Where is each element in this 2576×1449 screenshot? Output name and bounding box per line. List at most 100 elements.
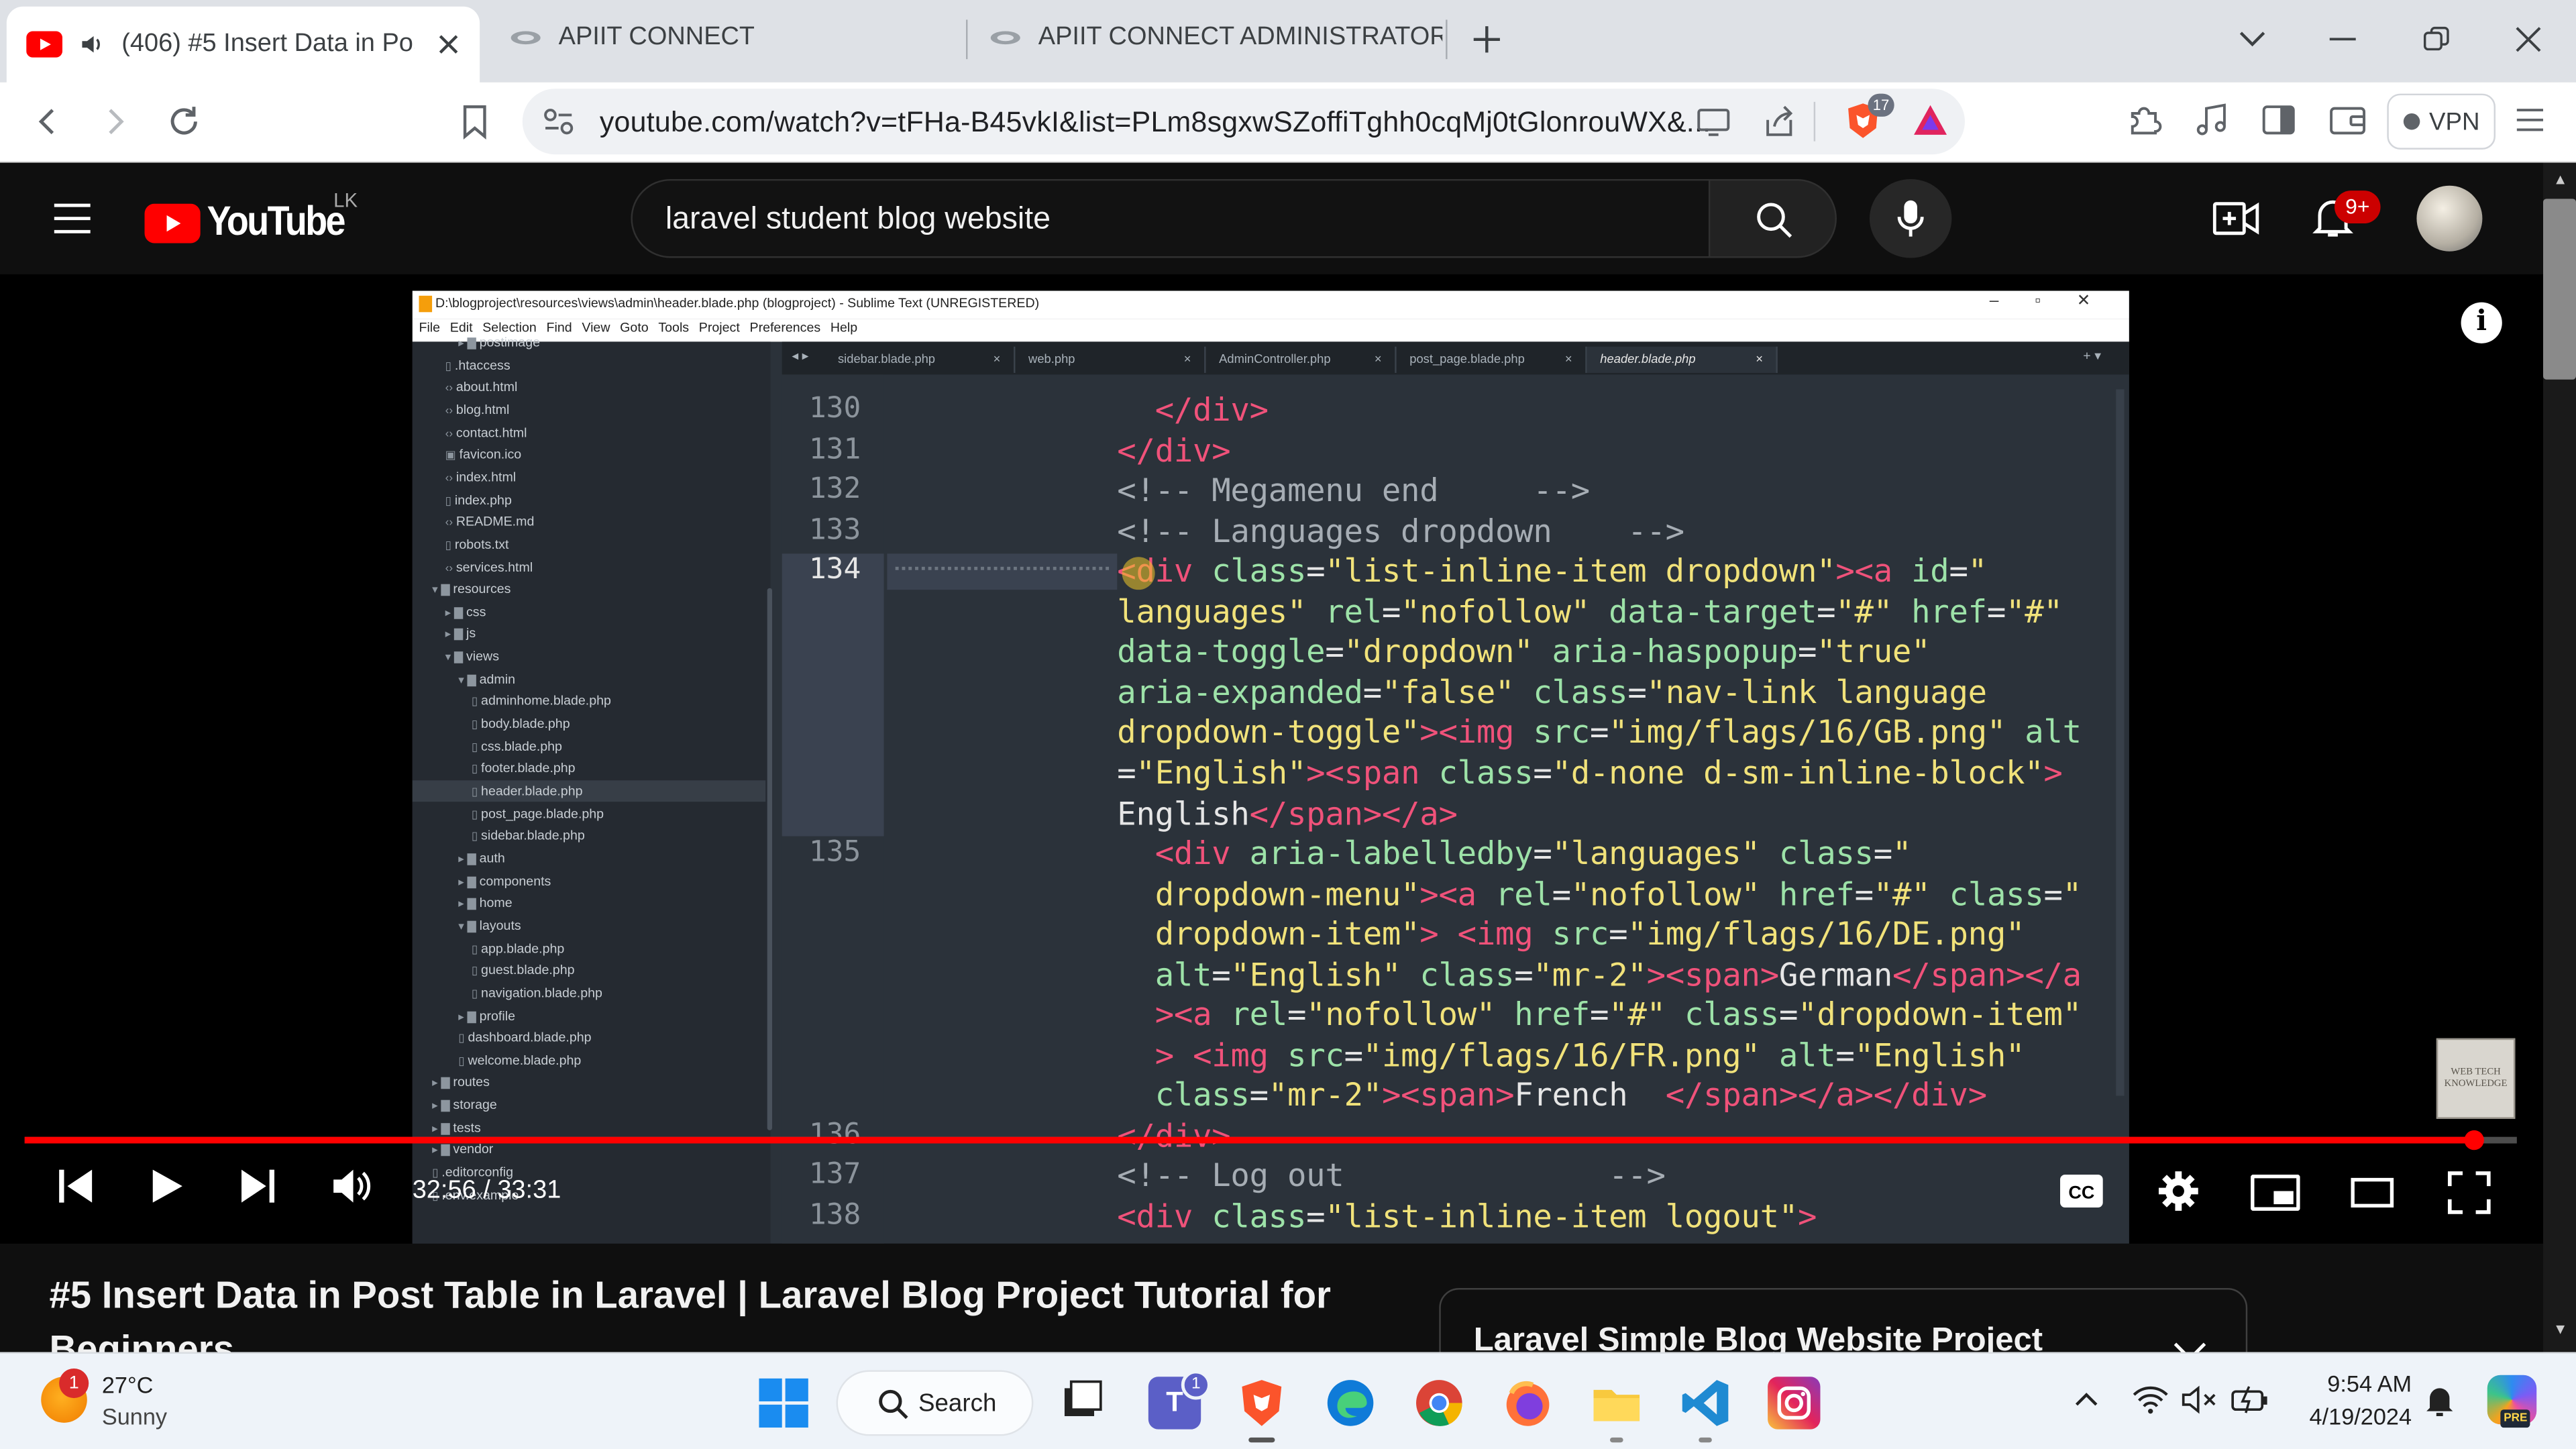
chrome-icon[interactable]: [1413, 1377, 1465, 1429]
tab-apiit-connect-admin[interactable]: APIIT CONNECT ADMINISTRATOR: [982, 0, 1442, 76]
file-tree-item: ▯ footer.blade.php: [413, 758, 766, 780]
code-token: ><img: [1419, 713, 1534, 752]
instagram-icon[interactable]: [1768, 1377, 1821, 1430]
video-player[interactable]: D:\blogproject\resources\views\admin\hea…: [0, 274, 2544, 1244]
progress-scrubber[interactable]: [2464, 1130, 2485, 1150]
cast-icon[interactable]: [1695, 105, 1731, 138]
minimize-icon[interactable]: [2329, 38, 2356, 41]
taskbar-search-box[interactable]: Search: [836, 1370, 1034, 1436]
progress-bar[interactable]: [24, 1130, 2517, 1150]
wifi-icon[interactable]: [2133, 1385, 2169, 1414]
image-file-icon: ▣: [445, 450, 460, 462]
page-scrollbar[interactable]: ▲ ▼: [2543, 162, 2576, 1352]
restore-icon[interactable]: [2423, 26, 2449, 52]
folder-icon: ▸ ▇: [458, 338, 480, 350]
file-tree-item: ▯ guest.blade.php: [413, 960, 766, 981]
brave-rewards-icon[interactable]: [1913, 103, 1949, 136]
brave-browser-icon[interactable]: [1236, 1377, 1288, 1429]
show-hidden-icons-chevron[interactable]: [2074, 1390, 2100, 1409]
sublime-tab-bar: ◂ ▸ sidebar.blade.php × web.php × AdminContr…: [782, 341, 2129, 375]
tab-youtube-video[interactable]: (406) #5 Insert Data in Post Ta: [6, 6, 480, 83]
next-video-icon[interactable]: [240, 1167, 276, 1206]
code-token: </span></a: [1892, 955, 2082, 994]
volume-icon[interactable]: [330, 1167, 373, 1206]
vpn-button[interactable]: VPN: [2387, 93, 2496, 150]
clock-time[interactable]: 9:54 AM: [2297, 1370, 2412, 1396]
youtube-logo[interactable]: YouTube: [144, 199, 363, 246]
playlist-title[interactable]: Laravel Simple Blog Website Project: [1474, 1322, 2043, 1352]
search-box[interactable]: laravel student blog website: [631, 178, 1711, 258]
scrollbar-thumb[interactable]: [2543, 199, 2576, 380]
file-tree-label: body.blade.php: [481, 716, 570, 731]
wallet-icon[interactable]: [2330, 103, 2366, 136]
task-view-icon[interactable]: [1060, 1377, 1112, 1429]
voice-search-button[interactable]: [1869, 178, 1952, 258]
notification-center-bell-icon[interactable]: [2425, 1385, 2455, 1417]
code-token: =: [1778, 996, 1799, 1034]
playlist-collapse-chevron-icon[interactable]: [2172, 1339, 2208, 1352]
playlist-panel[interactable]: Laravel Simple Blog Website Project: [1439, 1288, 2248, 1352]
back-icon[interactable]: [32, 105, 64, 138]
tab-separator: [1446, 19, 1448, 60]
url-text[interactable]: youtube.com/watch?v=tFHa-B45vkI&list=PLm…: [600, 105, 1711, 140]
reload-icon[interactable]: [166, 103, 202, 140]
audio-playing-icon[interactable]: [79, 32, 105, 58]
code-token: rel: [1495, 875, 1552, 913]
code-token: </div>: [1117, 1117, 1231, 1155]
media-control-icon[interactable]: [2195, 102, 2228, 138]
code-token: >: [1797, 1197, 1817, 1236]
brave-running-indicator: [1248, 1437, 1275, 1443]
weather-temperature[interactable]: 27°C: [102, 1372, 154, 1398]
play-icon[interactable]: [151, 1167, 184, 1206]
new-tab-icon[interactable]: [1470, 23, 1503, 56]
tab-apiit-connect[interactable]: APIIT CONNECT: [502, 0, 963, 76]
fullscreen-icon[interactable]: [2447, 1171, 2491, 1214]
firefox-icon[interactable]: [1501, 1377, 1554, 1429]
search-input[interactable]: laravel student blog website: [665, 202, 1051, 238]
editor-tab-label: header.blade.php: [1600, 352, 1696, 367]
vscode-icon[interactable]: [1679, 1377, 1731, 1429]
tab-search-chevron-icon[interactable]: [2238, 26, 2267, 49]
volume-muted-icon[interactable]: [2182, 1385, 2218, 1414]
subtitles-cc-icon[interactable]: CC: [2059, 1173, 2105, 1210]
file-explorer-icon[interactable]: [1591, 1377, 1643, 1429]
code-token: dropdown-toggle": [1117, 713, 1420, 752]
settings-gear-icon[interactable]: [2157, 1170, 2200, 1213]
menu-hamburger-icon[interactable]: [2515, 107, 2544, 133]
code-token: French: [1514, 1076, 1666, 1115]
file-tree-item: ▸ ▇ profile: [413, 1005, 766, 1026]
clock-date[interactable]: 4/19/2024: [2264, 1403, 2412, 1429]
share-icon[interactable]: [1761, 103, 1797, 140]
create-video-icon[interactable]: [2212, 199, 2259, 238]
address-bar[interactable]: youtube.com/watch?v=tFHa-B45vkI&list=PLm…: [522, 89, 1965, 155]
info-card-icon[interactable]: i: [2461, 302, 2502, 343]
account-avatar[interactable]: [2416, 185, 2483, 252]
code-token: "#": [1609, 996, 1685, 1034]
code-token: class: [1212, 1197, 1307, 1236]
code-token: ": [1892, 835, 1912, 873]
taskbar-search-label: Search: [918, 1389, 997, 1418]
windows-start-icon[interactable]: [759, 1378, 808, 1428]
scroll-up-icon[interactable]: ▲: [2553, 171, 2568, 187]
close-window-icon[interactable]: [2515, 26, 2541, 52]
extensions-icon[interactable]: [2126, 102, 2162, 138]
edge-icon[interactable]: [1324, 1377, 1377, 1429]
close-tab-icon[interactable]: [437, 33, 460, 56]
file-tree-label: css.blade.php: [481, 739, 562, 754]
apiit-favicon-icon: [989, 28, 1022, 48]
weather-condition[interactable]: Sunny: [102, 1403, 167, 1429]
sidebar-toggle-icon[interactable]: [2262, 103, 2295, 136]
channel-watermark[interactable]: WEB TECH KNOWLEDGE: [2436, 1038, 2516, 1119]
file-icon: ▯: [445, 540, 455, 552]
bookmark-icon[interactable]: [460, 103, 490, 140]
theater-mode-icon[interactable]: [2351, 1177, 2394, 1208]
forward-icon[interactable]: [99, 105, 131, 138]
code-token: class: [1212, 552, 1307, 590]
scroll-down-icon[interactable]: ▼: [2553, 1321, 2568, 1337]
guide-menu-icon[interactable]: [52, 202, 92, 235]
miniplayer-icon[interactable]: [2251, 1175, 2300, 1211]
search-button[interactable]: [1708, 178, 1837, 258]
file-tree-label: guest.blade.php: [481, 963, 575, 978]
site-settings-icon[interactable]: [542, 107, 575, 136]
previous-video-icon[interactable]: [58, 1167, 94, 1206]
